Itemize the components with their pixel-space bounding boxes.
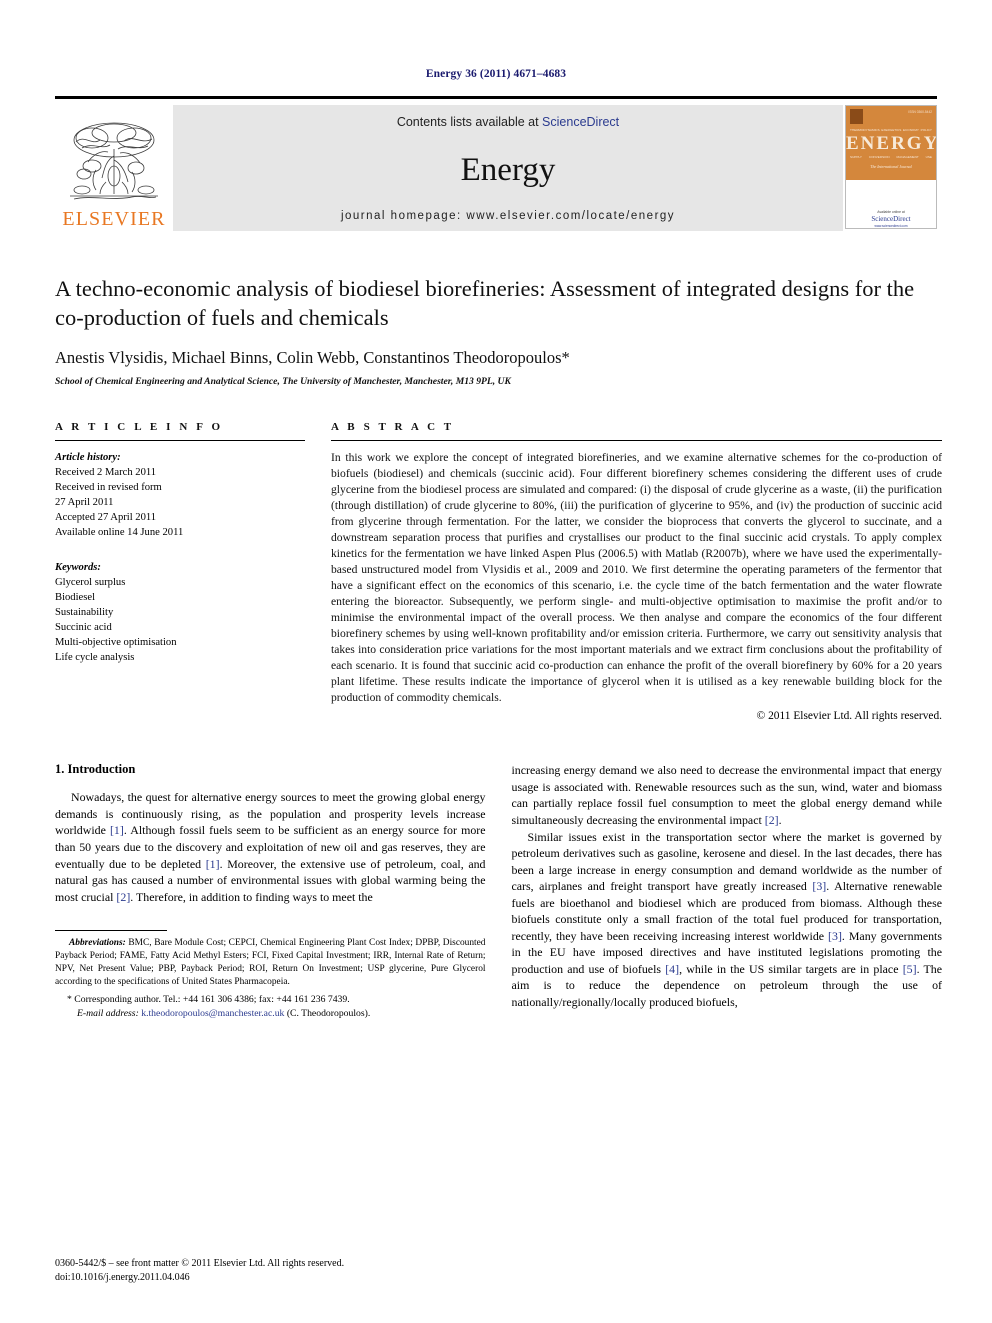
- intro-right-text-a: increasing energy demand we also need to…: [511, 763, 943, 827]
- article-info-rule: [55, 439, 305, 441]
- cover-word-5: CONVERSION: [868, 155, 890, 159]
- sciencedirect-link[interactable]: ScienceDirect: [542, 115, 619, 129]
- history-item: Received in revised form: [55, 481, 162, 493]
- history-item: Available online 14 June 2011: [55, 526, 184, 538]
- cover-word-1: EXERGETICS: [881, 128, 902, 132]
- cover-topic-words-top: THERMODYNAMICS EXERGETICS ECONOMY POLICY: [850, 128, 932, 132]
- article-info-column: A R T I C L E I N F O Article history: R…: [55, 421, 305, 723]
- email-suffix: (C. Theodoropoulos).: [284, 1007, 371, 1019]
- citation-ref[interactable]: [2]: [765, 813, 779, 827]
- journal-masthead: ELSEVIER Contents lists available at Sci…: [55, 96, 937, 231]
- cover-word-0: THERMODYNAMICS: [850, 128, 880, 132]
- elsevier-tree-icon: [70, 122, 158, 200]
- keywords-list: Glycerol surplus Biodiesel Sustainabilit…: [55, 575, 305, 665]
- journal-homepage-link[interactable]: journal homepage: www.elsevier.com/locat…: [341, 210, 675, 222]
- abbreviations-label: Abbreviations:: [69, 938, 126, 949]
- email-link[interactable]: k.theodoropoulos@manchester.ac.uk: [141, 1008, 284, 1019]
- cover-word-2: ECONOMY: [902, 128, 919, 132]
- abstract-column: A B S T R A C T In this work we explore …: [331, 420, 942, 723]
- keyword-item: Multi-objective optimisation: [55, 636, 177, 648]
- citation-ref[interactable]: [2]: [116, 890, 130, 904]
- cover-issn: ISSN 0360-5442: [908, 110, 932, 114]
- section-title-introduction: 1. Introduction: [55, 762, 136, 777]
- citation-ref[interactable]: [4]: [665, 962, 679, 976]
- cover-word-6: MANAGEMENT: [896, 155, 919, 159]
- masthead-center: Contents lists available at ScienceDirec…: [173, 105, 843, 231]
- author-list: Anestis Vlysidis, Michael Binns, Colin W…: [55, 347, 570, 367]
- contents-available-line: Contents lists available at ScienceDirec…: [397, 115, 619, 129]
- journal-cover-wrap: ISSN 0360-5442 THERMODYNAMICS EXERGETICS…: [843, 105, 937, 231]
- intro-right2-text-d: , while in the US similar targets are in…: [679, 961, 903, 976]
- abstract-heading: A B S T R A C T: [331, 420, 455, 433]
- citation-ref[interactable]: [3]: [812, 879, 826, 893]
- running-head: Energy 36 (2011) 4671–4683: [425, 68, 567, 80]
- history-item: 27 April 2011: [55, 496, 114, 508]
- keywords-label: Keywords:: [55, 561, 101, 573]
- affiliation: School of Chemical Engineering and Analy…: [55, 375, 511, 387]
- cover-journal-title: ENERGY: [846, 133, 937, 154]
- body-column-left: 1. Introduction Nowadays, the quest for …: [55, 762, 486, 1020]
- keyword-item: Sustainability: [55, 606, 114, 618]
- citation-ref[interactable]: [5]: [903, 962, 917, 976]
- history-item: Accepted 27 April 2011: [55, 511, 157, 523]
- history-item: Received 2 March 2011: [55, 466, 157, 478]
- intro-right-text-b: .: [778, 812, 782, 827]
- page-footer: 0360-5442/$ – see front matter © 2011 El…: [55, 1257, 344, 1285]
- intro-paragraph-right-1: increasing energy demand we also need to…: [512, 762, 943, 828]
- footnote-email: E-mail address: k.theodoropoulos@manches…: [55, 1007, 486, 1021]
- abstract-text: In this work we explore the concept of i…: [331, 450, 942, 705]
- article-info-heading: A R T I C L E I N F O: [55, 420, 224, 433]
- cover-topic-words-bottom: SUPPLY CONVERSION MANAGEMENT USE: [850, 155, 932, 159]
- cover-available-text: Available online at: [877, 210, 905, 214]
- citation-ref[interactable]: [1]: [110, 823, 124, 837]
- cover-elsevier-mark-icon: [850, 109, 863, 124]
- cover-word-3: POLICY: [920, 128, 932, 132]
- page-title: A techno-economic analysis of biodiesel …: [55, 276, 915, 330]
- citation-ref[interactable]: [1]: [206, 857, 220, 871]
- email-label: E-mail address:: [77, 1007, 139, 1019]
- footnotes-block: Abbreviations: BMC, Bare Module Cost; CE…: [55, 923, 486, 1020]
- intro-paragraph-left: Nowadays, the quest for alternative ener…: [55, 789, 486, 905]
- elsevier-wordmark: ELSEVIER: [62, 208, 166, 230]
- keyword-item: Biodiesel: [55, 591, 96, 603]
- keyword-item: Glycerol surplus: [55, 576, 126, 588]
- keyword-item: Succinic acid: [55, 621, 112, 633]
- keyword-item: Life cycle analysis: [55, 651, 135, 663]
- body-columns: 1. Introduction Nowadays, the quest for …: [55, 762, 942, 1020]
- cover-sciencedirect-logo: ScienceDirect: [871, 215, 911, 223]
- body-column-right: increasing energy demand we also need to…: [512, 762, 943, 1020]
- info-abstract-row: A R T I C L E I N F O Article history: R…: [55, 420, 942, 723]
- cover-sciencedirect-url: www.sciencedirect.com: [874, 224, 908, 228]
- intro-paragraph-right-2: Similar issues exist in the transportati…: [512, 829, 943, 1011]
- contents-prefix-text: Contents lists available at: [396, 115, 543, 129]
- cover-bottom-panel: Available online at ScienceDirect www.sc…: [846, 180, 936, 228]
- abstract-rule: [331, 439, 942, 441]
- citation-ref[interactable]: [3]: [828, 929, 842, 943]
- article-history-list: Received 2 March 2011 Received in revise…: [55, 465, 305, 540]
- elsevier-logo: ELSEVIER: [55, 105, 173, 231]
- journal-title: Energy: [460, 152, 556, 188]
- cover-word-7: USE: [925, 155, 932, 159]
- cover-tagline: The International Journal: [870, 164, 912, 169]
- paper-page: Energy 36 (2011) 4671–4683 ELSEVIER Cont…: [0, 0, 992, 1323]
- footnote-rule: [55, 930, 167, 932]
- journal-cover-thumbnail: ISSN 0360-5442 THERMODYNAMICS EXERGETICS…: [845, 105, 937, 229]
- cover-word-4: SUPPLY: [850, 155, 862, 159]
- abstract-copyright: © 2011 Elsevier Ltd. All rights reserved…: [756, 710, 942, 723]
- footer-issn-line: 0360-5442/$ – see front matter © 2011 El…: [55, 1258, 345, 1269]
- footer-doi-line: doi:10.1016/j.energy.2011.04.046: [55, 1272, 190, 1283]
- intro-left-text-d: . Therefore, in addition to finding ways…: [130, 889, 373, 904]
- article-history-label: Article history:: [55, 451, 121, 463]
- footnote-corresponding-author: * Corresponding author. Tel.: +44 161 30…: [67, 994, 350, 1006]
- title-block: A techno-economic analysis of biodiesel …: [55, 275, 937, 387]
- footnote-abbreviations: Abbreviations: BMC, Bare Module Cost; CE…: [55, 937, 486, 988]
- keywords-block: Keywords: Glycerol surplus Biodiesel Sus…: [55, 560, 305, 665]
